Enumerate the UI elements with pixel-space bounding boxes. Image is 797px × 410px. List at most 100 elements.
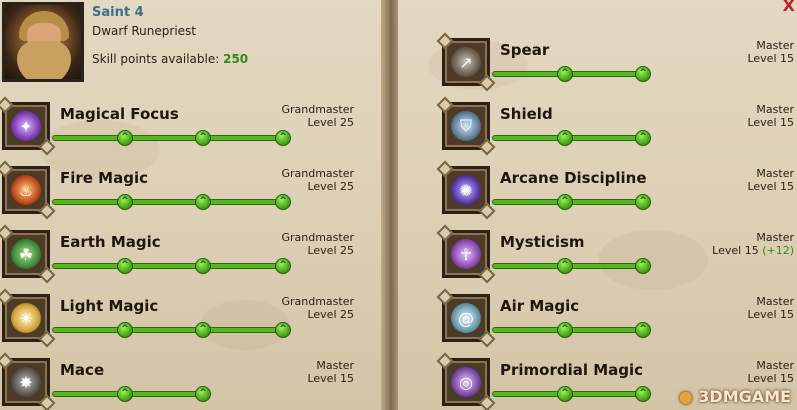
node-expert: ^ xyxy=(557,130,573,146)
skill-progress-bar: ^ ^ ^ xyxy=(52,322,291,338)
shield-icon: ⛉ xyxy=(442,102,490,150)
skill-progress-bar: ^ ^ ^ xyxy=(52,130,291,146)
skill-spear[interactable]: ↗ Spear Master Level 15 ^ ^ xyxy=(442,38,794,98)
skill-points-available: Skill points available: 250 xyxy=(92,52,248,66)
rank-label: Grandmaster xyxy=(281,103,354,116)
level-label: Level 25 xyxy=(307,308,354,321)
skill-rank: Master Level 15 xyxy=(747,167,794,193)
level-label: Level 15 xyxy=(747,116,794,129)
skill-shield[interactable]: ⛉ Shield Master Level 15 ^ ^ xyxy=(442,102,794,162)
skill-fire-magic[interactable]: ♨ Fire Magic Grandmaster Level 25 ^ ^ ^ xyxy=(2,166,354,226)
level-label: Level 25 xyxy=(307,116,354,129)
node-expert: ^ xyxy=(557,194,573,210)
level-label: Level 15 xyxy=(747,180,794,193)
mace-icon: ✸ xyxy=(2,358,50,406)
skill-mace[interactable]: ✸ Mace Master Level 15 ^ ^ xyxy=(2,358,354,410)
node-expert: ^ xyxy=(117,194,133,210)
node-master: ^ xyxy=(635,130,651,146)
skill-earth-magic[interactable]: ☘ Earth Magic Grandmaster Level 25 ^ ^ ^ xyxy=(2,230,354,290)
rank-label: Grandmaster xyxy=(281,167,354,180)
skill-rank: Master Level 15 xyxy=(307,359,354,385)
node-master: ^ xyxy=(195,258,211,274)
node-grandmaster: ^ xyxy=(275,130,291,146)
skill-rank: Master Level 15 xyxy=(747,103,794,129)
rank-label: Master xyxy=(756,231,794,244)
level-label: Level 15 xyxy=(747,372,794,385)
skill-air-magic[interactable]: @ Air Magic Master Level 15 ^ ^ xyxy=(442,294,794,354)
node-master: ^ xyxy=(635,258,651,274)
level-label: Level 25 xyxy=(307,180,354,193)
skill-progress-bar: ^ ^ xyxy=(52,386,211,402)
node-master: ^ xyxy=(195,130,211,146)
node-expert: ^ xyxy=(557,322,573,338)
character-class: Dwarf Runepriest xyxy=(92,24,196,38)
skill-name: Arcane Discipline xyxy=(500,169,647,187)
node-master: ^ xyxy=(195,194,211,210)
skill-mysticism[interactable]: ☥ Mysticism Master Level 15 (+12) ^ ^ xyxy=(442,230,794,290)
magical-focus-icon: ✦ xyxy=(2,102,50,150)
node-expert: ^ xyxy=(117,258,133,274)
earth-magic-icon: ☘ xyxy=(2,230,50,278)
node-master: ^ xyxy=(635,386,651,402)
book-spine xyxy=(382,0,398,410)
skill-rank: Grandmaster Level 25 xyxy=(281,103,354,129)
skill-name: Earth Magic xyxy=(60,233,161,251)
watermark-text: 3DMGAME xyxy=(698,387,791,406)
skill-light-magic[interactable]: ☀ Light Magic Grandmaster Level 25 ^ ^ ^ xyxy=(2,294,354,354)
skill-name: Magical Focus xyxy=(60,105,179,123)
skill-rank: Master Level 15 xyxy=(747,295,794,321)
skill-progress-bar: ^ ^ xyxy=(492,322,651,338)
node-master: ^ xyxy=(635,194,651,210)
skill-rank: Master Level 15 (+12) xyxy=(712,231,794,257)
close-button[interactable]: X xyxy=(783,0,795,15)
arcane-discipline-icon: ✺ xyxy=(442,166,490,214)
node-expert: ^ xyxy=(117,386,133,402)
node-master: ^ xyxy=(635,66,651,82)
skill-progress-bar: ^ ^ xyxy=(492,258,651,274)
skill-progress-bar: ^ ^ xyxy=(492,66,651,82)
rank-label: Grandmaster xyxy=(281,295,354,308)
skill-progress-bar: ^ ^ ^ xyxy=(52,258,291,274)
skill-magical-focus[interactable]: ✦ Magical Focus Grandmaster Level 25 ^ ^ … xyxy=(2,102,354,162)
skill-progress-bar: ^ ^ xyxy=(492,386,651,402)
level-label: Level 15 xyxy=(712,244,759,257)
skill-name: Air Magic xyxy=(500,297,580,315)
level-label: Level 15 xyxy=(747,308,794,321)
level-label: Level 15 xyxy=(307,372,354,385)
skill-rank: Master Level 15 xyxy=(747,39,794,65)
skill-name: Mace xyxy=(60,361,105,379)
skill-rank: Master Level 15 xyxy=(747,359,794,385)
node-grandmaster: ^ xyxy=(275,258,291,274)
light-magic-icon: ☀ xyxy=(2,294,50,342)
skill-name: Spear xyxy=(500,41,550,59)
node-expert: ^ xyxy=(117,130,133,146)
air-magic-icon: @ xyxy=(442,294,490,342)
skill-rank: Grandmaster Level 25 xyxy=(281,295,354,321)
fire-magic-icon: ♨ xyxy=(2,166,50,214)
skill-points-label: Skill points available: xyxy=(92,52,220,66)
skill-name: Light Magic xyxy=(60,297,159,315)
node-master: ^ xyxy=(195,322,211,338)
skill-name: Primordial Magic xyxy=(500,361,644,379)
skill-progress-bar: ^ ^ ^ xyxy=(52,194,291,210)
skill-name: Fire Magic xyxy=(60,169,149,187)
character-name: Saint 4 xyxy=(92,5,144,20)
level-label: Level 15 xyxy=(747,52,794,65)
rank-label: Master xyxy=(756,167,794,180)
node-master: ^ xyxy=(635,322,651,338)
skill-arcane-discipline[interactable]: ✺ Arcane Discipline Master Level 15 ^ ^ xyxy=(442,166,794,226)
spear-icon: ↗ xyxy=(442,38,490,86)
rank-label: Master xyxy=(756,39,794,52)
node-grandmaster: ^ xyxy=(275,194,291,210)
node-expert: ^ xyxy=(117,322,133,338)
skill-name: Shield xyxy=(500,105,553,123)
node-master: ^ xyxy=(195,386,211,402)
rank-label: Grandmaster xyxy=(281,231,354,244)
node-grandmaster: ^ xyxy=(275,322,291,338)
character-portrait[interactable] xyxy=(2,2,84,82)
skill-progress-bar: ^ ^ xyxy=(492,194,651,210)
mysticism-icon: ☥ xyxy=(442,230,490,278)
rank-label: Master xyxy=(316,359,354,372)
skill-points-value: 250 xyxy=(223,52,249,66)
level-label: Level 25 xyxy=(307,244,354,257)
